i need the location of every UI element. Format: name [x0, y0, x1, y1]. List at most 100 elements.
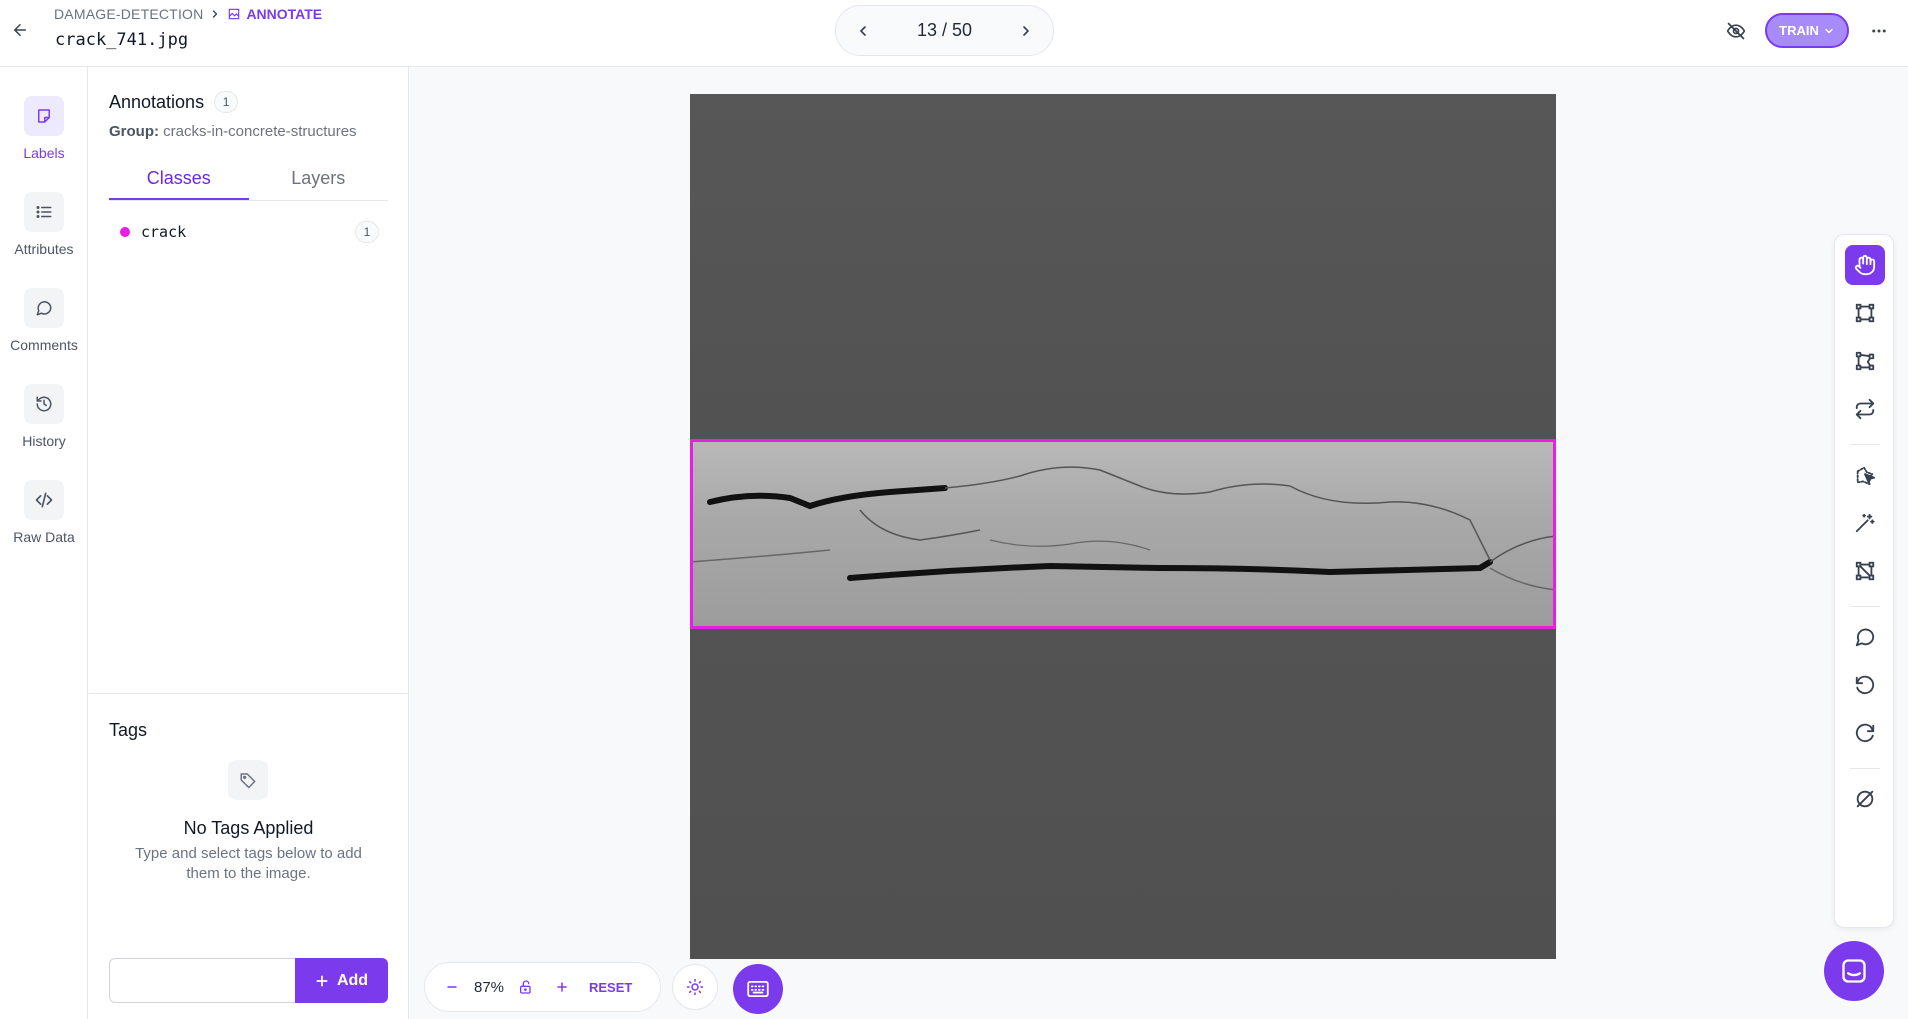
- add-tag-label: Add: [336, 971, 369, 989]
- chevron-right-icon: [209, 8, 221, 20]
- keyboard-shortcuts-button[interactable]: [733, 964, 783, 1014]
- comment-icon: [1855, 628, 1875, 647]
- hide-annotations-button[interactable]: [1723, 18, 1749, 44]
- toolbar-divider: [1850, 606, 1880, 607]
- chevron-right-icon: [1023, 25, 1029, 36]
- more-options-button[interactable]: [1866, 18, 1892, 44]
- smart-select-tool-button[interactable]: [1845, 455, 1885, 495]
- rail-item-raw-data[interactable]: Raw Data: [0, 480, 88, 545]
- redo-icon: [1855, 723, 1875, 743]
- class-name: crack: [141, 223, 187, 241]
- previous-image-button[interactable]: [850, 18, 876, 44]
- toolbar-divider: [1850, 768, 1880, 769]
- zoom-in-button[interactable]: [549, 974, 575, 1000]
- undo-button[interactable]: [1845, 665, 1885, 705]
- file-name: crack_741.jpg: [55, 30, 189, 50]
- support-chat-button[interactable]: [1824, 941, 1884, 1001]
- side-navigation: Labels Attributes Comments History Raw D…: [0, 67, 88, 1019]
- chevron-down-icon: [1825, 28, 1833, 33]
- image-top-region: [690, 94, 1556, 440]
- tags-title: Tags: [109, 720, 148, 740]
- tags-section: Tags No Tags Applied Type and select tag…: [89, 693, 408, 1019]
- comment-tool-button[interactable]: [1845, 617, 1885, 657]
- more-horizontal-icon: [1872, 29, 1886, 33]
- next-image-button[interactable]: [1013, 18, 1039, 44]
- unlock-icon: [520, 980, 531, 994]
- top-header: DAMAGE-DETECTION ANNOTATE crack_741.jpg …: [0, 0, 1908, 67]
- tab-layers[interactable]: Layers: [249, 159, 389, 200]
- minus-icon: [447, 986, 457, 988]
- train-button[interactable]: TRAIN: [1765, 13, 1849, 48]
- no-tags-title: No Tags Applied: [183, 818, 314, 838]
- chevron-left-icon: [860, 25, 866, 36]
- zoom-lock-button[interactable]: [513, 974, 539, 1000]
- magic-wand-tool-button[interactable]: [1845, 503, 1885, 543]
- annotate-icon: [229, 8, 240, 20]
- annotations-count-badge: 1: [214, 91, 239, 113]
- train-button-label: TRAIN: [1779, 23, 1819, 38]
- no-tags-description: Type and select tags below to add them t…: [135, 845, 362, 882]
- mark-null-button[interactable]: [1845, 779, 1885, 819]
- image-pager: 13 / 50: [835, 5, 1054, 56]
- convert-tool-button[interactable]: [1845, 389, 1885, 429]
- rail-label-raw-data: Raw Data: [13, 529, 75, 545]
- bounding-box-tool-button[interactable]: [1845, 293, 1885, 333]
- repeat-icon: [1855, 398, 1875, 420]
- rail-label-attributes: Attributes: [14, 241, 74, 257]
- annotation-canvas[interactable]: 87% RESET: [410, 67, 1908, 1019]
- rail-item-attributes[interactable]: Attributes: [0, 192, 88, 257]
- chat-icon: [1842, 959, 1866, 983]
- smart-polygon-icon: [1856, 466, 1876, 486]
- rail-item-comments[interactable]: Comments: [0, 288, 88, 353]
- annotations-title: Annotations: [109, 91, 205, 112]
- pager-counter: 13 / 50: [916, 20, 973, 40]
- annotation-toolbar: [1834, 234, 1894, 928]
- undo-icon: [1855, 675, 1875, 695]
- null-icon: [1856, 790, 1874, 808]
- annotated-image[interactable]: [690, 94, 1556, 959]
- reset-zoom-button[interactable]: RESET: [589, 980, 632, 995]
- keypoints-icon: [1855, 561, 1875, 581]
- rail-item-history[interactable]: History: [0, 384, 88, 449]
- annotations-panel: Annotations 1 Group: cracks-in-concrete-…: [89, 67, 409, 1019]
- polygon-icon: [1855, 351, 1875, 371]
- code-icon: [24, 480, 64, 520]
- group-label: Group:: [109, 123, 159, 140]
- history-icon: [24, 384, 64, 424]
- labels-icon: [24, 96, 64, 136]
- annotations-heading: Annotations 1: [109, 91, 239, 113]
- image-bottom-region: [690, 628, 1556, 959]
- annotation-tabs: Classes Layers: [109, 159, 388, 267]
- pan-tool-button[interactable]: [1845, 245, 1885, 285]
- zoom-level: 87%: [473, 978, 505, 996]
- breadcrumb-project[interactable]: DAMAGE-DETECTION: [54, 6, 203, 22]
- redo-button[interactable]: [1845, 713, 1885, 753]
- zoom-controls: 87% RESET: [424, 962, 661, 1012]
- rail-item-labels[interactable]: Labels: [0, 96, 88, 161]
- rail-label-labels: Labels: [23, 145, 65, 161]
- brightness-button[interactable]: [672, 964, 718, 1010]
- tab-classes[interactable]: Classes: [109, 159, 249, 200]
- add-tag-button[interactable]: Add: [295, 958, 388, 1003]
- class-row-crack[interactable]: crack 1: [109, 217, 388, 247]
- tag-input[interactable]: [109, 958, 295, 1003]
- plus-icon: [316, 974, 328, 987]
- eye-off-icon: [1726, 22, 1746, 40]
- toolbar-divider: [1850, 444, 1880, 445]
- tag-icon: [228, 760, 268, 800]
- keypoint-tool-button[interactable]: [1845, 551, 1885, 591]
- breadcrumb: DAMAGE-DETECTION ANNOTATE: [54, 6, 322, 22]
- rail-label-history: History: [22, 433, 66, 449]
- magic-wand-icon: [1855, 513, 1875, 533]
- polygon-tool-button[interactable]: [1845, 341, 1885, 381]
- zoom-out-button[interactable]: [439, 974, 465, 1000]
- breadcrumb-annotate-label: ANNOTATE: [246, 6, 323, 22]
- breadcrumb-annotate: ANNOTATE: [227, 6, 322, 22]
- group-line: Group: cracks-in-concrete-structures: [109, 123, 357, 140]
- plus-icon: [557, 982, 567, 992]
- rail-label-comments: Comments: [10, 337, 78, 353]
- bounding-box-crack[interactable]: [690, 439, 1556, 629]
- back-button[interactable]: [8, 18, 32, 42]
- keyboard-icon: [747, 981, 769, 997]
- sun-icon: [686, 978, 704, 996]
